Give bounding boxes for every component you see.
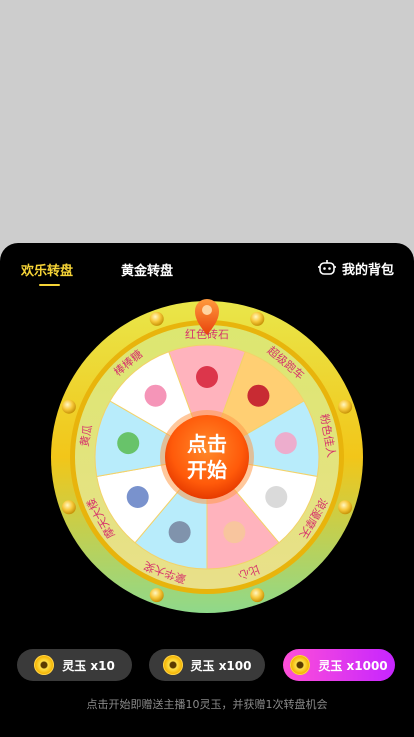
wheel-bulb xyxy=(250,588,265,603)
buy-x10-label: 灵玉 x10 xyxy=(62,658,115,673)
active-tab-indicator xyxy=(39,284,60,286)
wheel-bulb xyxy=(338,399,353,414)
tab-golden-wheel[interactable]: 黄金转盘 xyxy=(121,260,173,279)
robot-icon xyxy=(317,260,336,275)
buy-x1000-label: 灵玉 x1000 xyxy=(318,658,388,673)
wheel-bulb xyxy=(338,500,353,515)
coin-icon xyxy=(34,655,55,675)
wheel-bulb xyxy=(149,311,164,326)
sports-car-icon xyxy=(247,384,270,407)
coin-icon xyxy=(290,655,311,675)
my-backpack-label: 我的背包 xyxy=(341,262,394,278)
buy-x1000-button[interactable]: 灵玉 x1000 xyxy=(283,649,395,681)
buy-x100-button[interactable]: 灵玉 x100 xyxy=(149,649,265,681)
pink-perfume-icon xyxy=(274,432,297,455)
sneaker-icon xyxy=(126,486,149,508)
hint-text: 点击开始即赠送主播10灵玉，并获赠1次转盘机会 xyxy=(86,698,328,711)
cucumber-icon xyxy=(117,432,140,455)
wheel-bulb xyxy=(149,588,164,603)
my-backpack-button[interactable]: 我的背包 xyxy=(317,258,394,278)
wheel-bulb xyxy=(250,311,265,326)
wheel-bulb xyxy=(61,399,76,414)
buy-x100-label: 灵玉 x100 xyxy=(190,658,252,673)
luxury-car-icon xyxy=(168,521,191,544)
red-gem-icon xyxy=(196,366,218,388)
tab-happy-wheel[interactable]: 欢乐转盘 xyxy=(21,260,73,279)
start-button[interactable]: 点击 开始 xyxy=(160,410,254,504)
heart-hand-icon xyxy=(223,521,246,544)
buy-x10-button[interactable]: 灵玉 x10 xyxy=(17,649,132,681)
coin-icon xyxy=(162,655,183,675)
prize-wheel: 红色砖石超级跑车粉色佳人浪漫摩天比心豪华大奖摩天大楼黄瓜棒棒糖 点击 开始 xyxy=(47,297,367,617)
prize-wheel-graphic: 红色砖石超级跑车粉色佳人浪漫摩天比心豪华大奖摩天大楼黄瓜棒棒糖 点击 开始 xyxy=(51,299,363,613)
moon-icon xyxy=(265,486,288,508)
wheel-bulb xyxy=(61,500,76,515)
start-button-line2: 开始 xyxy=(187,458,227,482)
lollipop-icon xyxy=(144,384,167,407)
lottery-panel: 欢乐转盘 黄金转盘 我的背包 超级跑车 粉色佳人 浪漫摩天 比心 豪华大奖 摩天… xyxy=(0,243,414,737)
start-button-line1: 点击 xyxy=(187,432,227,456)
